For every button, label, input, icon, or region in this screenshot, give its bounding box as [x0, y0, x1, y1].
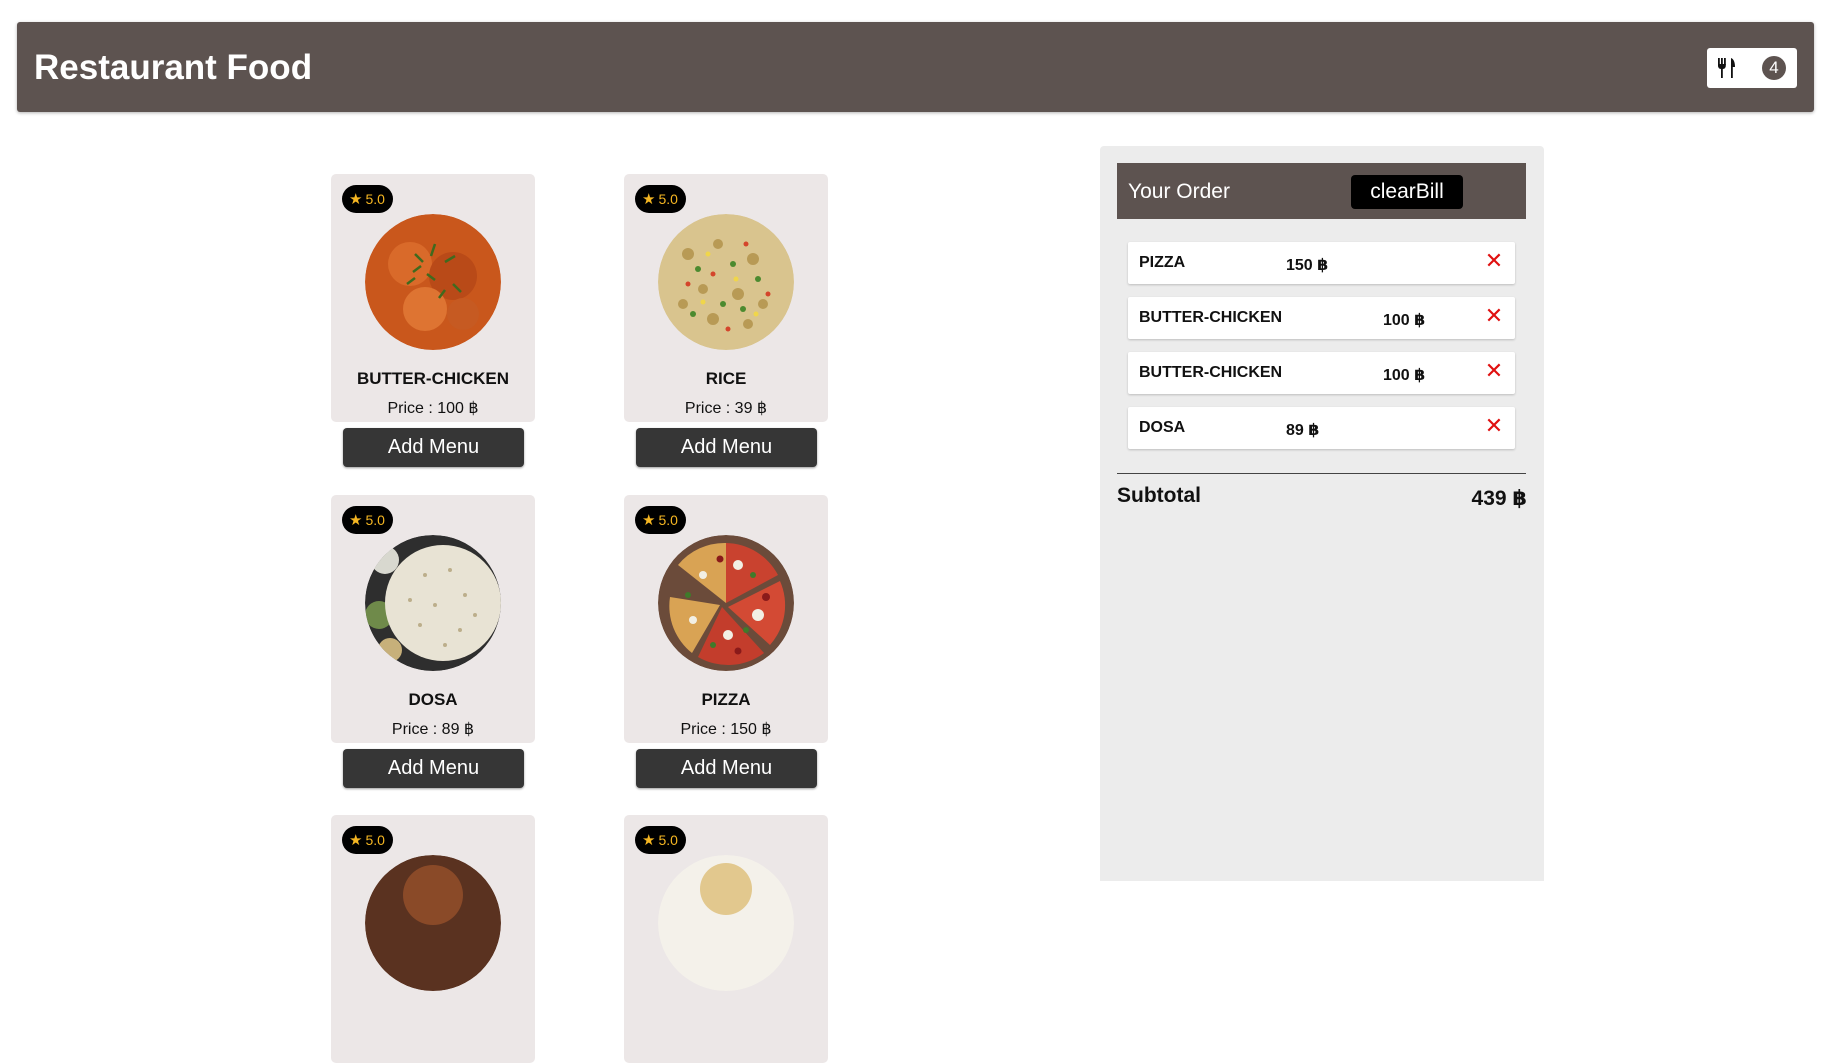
- rating-value: 5.0: [365, 832, 385, 848]
- subtotal-label: Subtotal: [1117, 484, 1201, 507]
- rating-value: 5.0: [658, 512, 678, 528]
- food-price: Price : 39 ฿: [684, 400, 768, 417]
- food-price: Price : 89 ฿: [391, 721, 475, 738]
- rating-badge: ★ 5.0: [635, 506, 686, 534]
- remove-item-icon[interactable]: ✕: [1483, 415, 1505, 437]
- menu-card: ★ 5.0: [331, 815, 535, 1063]
- menu-card: ★ 5.0 DOSA Price : 89 ฿: [331, 495, 535, 743]
- subtotal-value: 439 ฿: [1471, 487, 1527, 510]
- star-icon: ★: [642, 190, 656, 208]
- order-item-price: 100 ฿: [1383, 367, 1426, 384]
- top-navbar: Restaurant Food 4: [17, 22, 1814, 112]
- cart-button[interactable]: 4: [1707, 48, 1797, 88]
- food-name: BUTTER-CHICKEN: [356, 369, 510, 388]
- order-item-price: 100 ฿: [1383, 312, 1426, 329]
- food-price: Price : 150 ฿: [680, 721, 772, 738]
- food-image: [658, 855, 794, 991]
- order-item: BUTTER-CHICKEN 100 ฿ ✕: [1128, 297, 1515, 339]
- add-menu-button[interactable]: Add Menu: [343, 428, 524, 467]
- order-item-name: PIZZA: [1139, 254, 1186, 271]
- star-icon: ★: [349, 511, 363, 529]
- fork-knife-icon: [1717, 57, 1737, 79]
- rating-value: 5.0: [365, 191, 385, 207]
- butter-chicken-image: [365, 214, 501, 350]
- add-menu-button[interactable]: Add Menu: [636, 428, 817, 467]
- remove-item-icon[interactable]: ✕: [1483, 250, 1505, 272]
- order-item-price: 150 ฿: [1286, 257, 1329, 274]
- pizza-image: [658, 535, 794, 671]
- order-item-name: DOSA: [1139, 419, 1186, 436]
- add-menu-button[interactable]: Add Menu: [343, 749, 524, 788]
- star-icon: ★: [349, 831, 363, 849]
- rating-badge: ★ 5.0: [635, 826, 686, 854]
- rating-value: 5.0: [365, 512, 385, 528]
- dosa-image: [365, 535, 501, 671]
- subtotal-divider: [1117, 473, 1526, 474]
- order-header: Your Order clearBill: [1117, 163, 1526, 219]
- app-title: Restaurant Food: [34, 48, 313, 87]
- remove-item-icon[interactable]: ✕: [1483, 305, 1505, 327]
- order-item-name: BUTTER-CHICKEN: [1139, 309, 1283, 326]
- rating-badge: ★ 5.0: [342, 826, 393, 854]
- star-icon: ★: [642, 831, 656, 849]
- rating-badge: ★ 5.0: [342, 506, 393, 534]
- food-name: RICE: [705, 369, 747, 388]
- cart-count-badge: 4: [1762, 56, 1786, 80]
- rice-image: [658, 214, 794, 350]
- food-name: PIZZA: [701, 690, 751, 709]
- star-icon: ★: [642, 511, 656, 529]
- remove-item-icon[interactable]: ✕: [1483, 360, 1505, 382]
- order-panel: Your Order clearBill PIZZA 150 ฿ ✕ BUTTE…: [1100, 146, 1544, 881]
- rating-value: 5.0: [658, 191, 678, 207]
- order-item: BUTTER-CHICKEN 100 ฿ ✕: [1128, 352, 1515, 394]
- add-menu-button[interactable]: Add Menu: [636, 749, 817, 788]
- order-item-name: BUTTER-CHICKEN: [1139, 364, 1283, 381]
- menu-card: ★ 5.0: [624, 815, 828, 1063]
- rating-badge: ★ 5.0: [342, 185, 393, 213]
- clear-bill-button[interactable]: clearBill: [1351, 175, 1463, 209]
- order-item-price: 89 ฿: [1286, 422, 1320, 439]
- menu-card: ★ 5.0: [624, 174, 828, 422]
- rating-value: 5.0: [658, 832, 678, 848]
- order-item: DOSA 89 ฿ ✕: [1128, 407, 1515, 449]
- food-price: Price : 100 ฿: [387, 400, 479, 417]
- order-item: PIZZA 150 ฿ ✕: [1128, 242, 1515, 284]
- menu-card: ★ 5.0 BUTTER-CHICKEN Price : 100 ฿: [331, 174, 535, 422]
- star-icon: ★: [349, 190, 363, 208]
- menu-card: ★ 5.0: [624, 495, 828, 743]
- rating-badge: ★ 5.0: [635, 185, 686, 213]
- food-image: [365, 855, 501, 991]
- order-title: Your Order: [1128, 180, 1230, 203]
- food-name: DOSA: [408, 690, 458, 709]
